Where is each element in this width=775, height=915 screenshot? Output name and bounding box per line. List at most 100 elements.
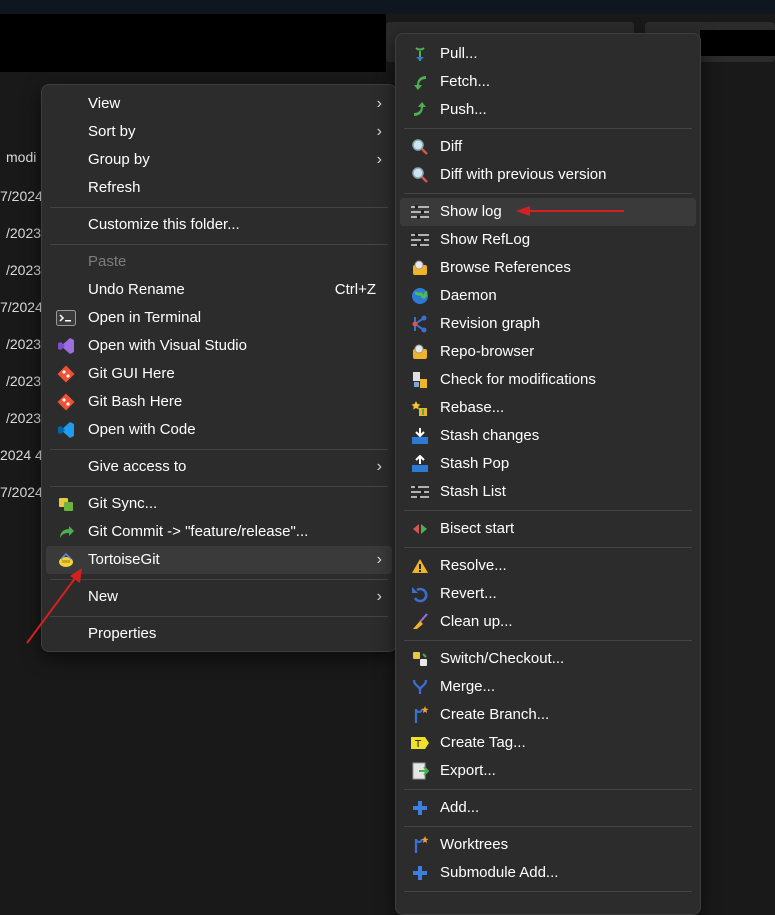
menu-item-paste: Paste bbox=[46, 248, 392, 276]
menu-item-resolve[interactable]: Resolve... bbox=[400, 552, 696, 580]
menu-item-rebase[interactable]: Rebase... bbox=[400, 394, 696, 422]
branch-icon bbox=[410, 706, 430, 724]
file-date: 7/2024 bbox=[0, 299, 43, 315]
menu-item-give-access[interactable]: Give access to › bbox=[46, 453, 392, 481]
menu-item-properties[interactable]: Properties bbox=[46, 620, 392, 648]
menu-item-submodule-add[interactable]: Submodule Add... bbox=[400, 859, 696, 887]
menu-item-new[interactable]: New › bbox=[46, 583, 392, 611]
menu-item-open-visual-studio[interactable]: Open with Visual Studio bbox=[46, 332, 392, 360]
menu-item-git-sync[interactable]: Git Sync... bbox=[46, 490, 392, 518]
menu-item-label: Create Tag... bbox=[440, 734, 526, 751]
log-icon bbox=[410, 483, 430, 501]
menu-item-create-tag[interactable]: T Create Tag... bbox=[400, 729, 696, 757]
menu-item-label: Customize this folder... bbox=[88, 216, 240, 233]
menu-item-show-log[interactable]: Show log bbox=[400, 198, 696, 226]
menu-item-stash-pop[interactable]: Stash Pop bbox=[400, 450, 696, 478]
menu-item-switch-checkout[interactable]: Switch/Checkout... bbox=[400, 645, 696, 673]
visual-studio-icon bbox=[56, 337, 76, 355]
switch-icon bbox=[410, 650, 430, 668]
menu-item-show-reflog[interactable]: Show RefLog bbox=[400, 226, 696, 254]
menu-item-repo-browser[interactable]: Repo-browser bbox=[400, 338, 696, 366]
menu-item-git-bash-here[interactable]: Git Bash Here bbox=[46, 388, 392, 416]
menu-item-label: Worktrees bbox=[440, 836, 509, 853]
menu-separator bbox=[50, 486, 388, 487]
menu-item-clean-up[interactable]: Clean up... bbox=[400, 608, 696, 636]
menu-separator bbox=[404, 826, 692, 827]
menu-item-label: Open with Visual Studio bbox=[88, 337, 247, 354]
menu-item-tortoisegit[interactable]: TortoiseGit › bbox=[46, 546, 392, 574]
menu-item-label: Git Sync... bbox=[88, 495, 158, 512]
stash-pop-icon bbox=[410, 455, 430, 473]
menu-item-pull[interactable]: Pull... bbox=[400, 40, 696, 68]
file-date: 7/2024 bbox=[0, 484, 43, 500]
menu-item-customize-folder[interactable]: Customize this folder... bbox=[46, 211, 392, 239]
file-date: 2024 4 bbox=[0, 447, 43, 463]
menu-separator bbox=[404, 891, 692, 892]
plus-icon bbox=[410, 799, 430, 817]
plus-icon bbox=[410, 864, 430, 882]
tag-icon: T bbox=[410, 734, 430, 752]
menu-item-stash-list[interactable]: Stash List bbox=[400, 478, 696, 506]
chevron-right-icon: › bbox=[376, 551, 382, 568]
menu-item-check-modifications[interactable]: Check for modifications bbox=[400, 366, 696, 394]
menu-item-diff-previous[interactable]: Diff with previous version bbox=[400, 161, 696, 189]
menu-item-stash-changes[interactable]: Stash changes bbox=[400, 422, 696, 450]
menu-item-diff[interactable]: Diff bbox=[400, 133, 696, 161]
menu-item-add[interactable]: Add... bbox=[400, 794, 696, 822]
menu-item-label: Export... bbox=[440, 762, 496, 779]
menu-item-revert[interactable]: Revert... bbox=[400, 580, 696, 608]
menu-item-label: Paste bbox=[88, 253, 127, 270]
menu-item-push[interactable]: Push... bbox=[400, 96, 696, 124]
terminal-icon bbox=[56, 309, 76, 327]
chevron-right-icon: › bbox=[376, 95, 382, 112]
browse-icon bbox=[410, 259, 430, 277]
menu-item-label: Stash Pop bbox=[440, 455, 510, 472]
git-gui-icon bbox=[56, 365, 76, 383]
menu-item-group-by[interactable]: Group by › bbox=[46, 146, 392, 174]
menu-item-refresh[interactable]: Refresh bbox=[46, 174, 392, 202]
menu-item-git-gui-here[interactable]: Git GUI Here bbox=[46, 360, 392, 388]
menu-item-label: Switch/Checkout... bbox=[440, 650, 565, 667]
bisect-icon bbox=[410, 520, 430, 538]
tortoisegit-submenu: Pull... Fetch... Push... Diff Diff with … bbox=[395, 33, 701, 915]
vscode-icon bbox=[56, 421, 76, 439]
revision-graph-icon bbox=[410, 315, 430, 333]
menu-item-label: Show RefLog bbox=[440, 231, 531, 248]
pull-icon bbox=[410, 45, 430, 63]
menu-item-browse-references[interactable]: Browse References bbox=[400, 254, 696, 282]
fetch-icon bbox=[410, 73, 430, 91]
menu-item-label: Stash List bbox=[440, 483, 506, 500]
resolve-icon bbox=[410, 557, 430, 575]
menu-item-fetch[interactable]: Fetch... bbox=[400, 68, 696, 96]
menu-item-worktrees[interactable]: Worktrees bbox=[400, 831, 696, 859]
check-modifications-icon bbox=[410, 371, 430, 389]
menu-item-open-with-code[interactable]: Open with Code bbox=[46, 416, 392, 444]
menu-item-sort-by[interactable]: Sort by › bbox=[46, 118, 392, 146]
git-sync-icon bbox=[56, 495, 76, 513]
menu-item-label: Give access to bbox=[88, 458, 187, 475]
shortcut-label: Ctrl+Z bbox=[334, 281, 376, 298]
menu-item-create-branch[interactable]: Create Branch... bbox=[400, 701, 696, 729]
menu-item-bisect-start[interactable]: Bisect start bbox=[400, 515, 696, 543]
menu-item-daemon[interactable]: Daemon bbox=[400, 282, 696, 310]
menu-item-git-commit[interactable]: Git Commit -> "feature/release"... bbox=[46, 518, 392, 546]
menu-item-label: Show log bbox=[440, 203, 502, 220]
menu-item-export[interactable]: Export... bbox=[400, 757, 696, 785]
menu-item-open-in-terminal[interactable]: Open in Terminal bbox=[46, 304, 392, 332]
menu-item-view[interactable]: View › bbox=[46, 90, 392, 118]
menu-item-merge[interactable]: Merge... bbox=[400, 673, 696, 701]
merge-icon bbox=[410, 678, 430, 696]
menu-item-label: Sort by bbox=[88, 123, 136, 140]
file-date: /2023 bbox=[6, 410, 42, 426]
menu-item-label: Resolve... bbox=[440, 557, 507, 574]
menu-separator bbox=[50, 449, 388, 450]
log-icon bbox=[410, 231, 430, 249]
menu-item-label: Fetch... bbox=[440, 73, 491, 90]
git-commit-icon bbox=[56, 523, 76, 541]
menu-item-revision-graph[interactable]: Revision graph bbox=[400, 310, 696, 338]
menu-item-label: Open with Code bbox=[88, 421, 196, 438]
menu-item-undo-rename[interactable]: Undo Rename Ctrl+Z bbox=[46, 276, 392, 304]
context-menu: View › Sort by › Group by › Refresh Cust… bbox=[41, 84, 397, 652]
menu-item-label: View bbox=[88, 95, 121, 112]
worktree-icon bbox=[410, 836, 430, 854]
